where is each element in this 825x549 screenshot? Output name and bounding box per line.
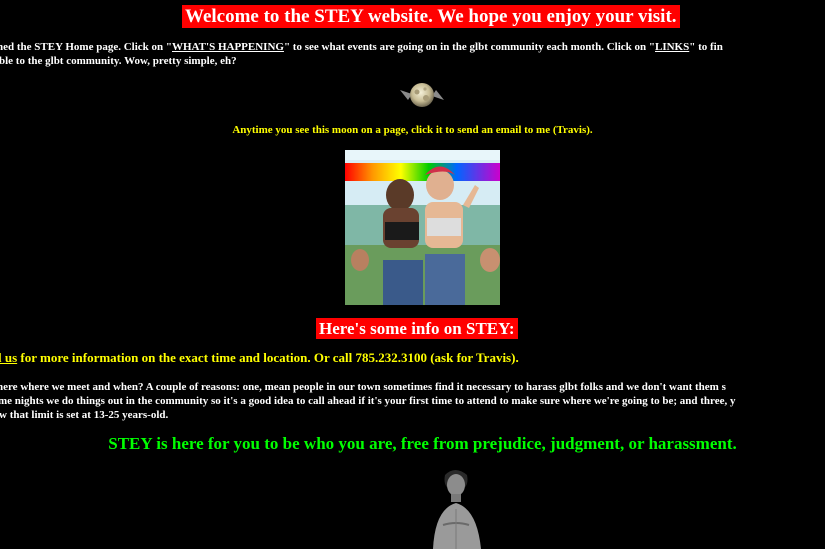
moon-icon[interactable] — [398, 80, 446, 110]
info-heading: Here's some info on STEY: — [316, 318, 518, 339]
man-photo-image — [425, 465, 485, 549]
intro-line-1: hed the STEY Home page. Click on "WHAT'S… — [0, 40, 723, 54]
links-link[interactable]: LINKS — [655, 41, 689, 53]
intro-text-b: " to see what events are going on in the… — [283, 41, 655, 53]
welcome-banner: Welcome to the STEY website. We hope you… — [182, 5, 680, 28]
intro-text-c: " to fin — [689, 41, 723, 53]
email-us-link[interactable]: l us — [0, 350, 17, 365]
why-line-1: here where we meet and when? A couple of… — [0, 381, 726, 393]
contact-line: l us for more information on the exact t… — [0, 350, 519, 366]
intro-line-2: ble to the glbt community. Wow, pretty s… — [0, 55, 237, 67]
intro-text-a: hed the STEY Home page. Click on " — [0, 41, 172, 53]
stey-poster-image — [345, 150, 500, 305]
moon-caption: Anytime you see this moon on a page, cli… — [232, 124, 593, 136]
why-line-2: me nights we do things out in the commun… — [0, 395, 736, 407]
contact-text: for more information on the exact time a… — [17, 350, 519, 365]
whats-happening-link[interactable]: WHAT'S HAPPENING — [172, 41, 284, 53]
why-line-3: w that limit is set at 13-25 years-old. — [0, 409, 169, 421]
tagline: STEY is here for you to be who you are, … — [108, 434, 737, 453]
